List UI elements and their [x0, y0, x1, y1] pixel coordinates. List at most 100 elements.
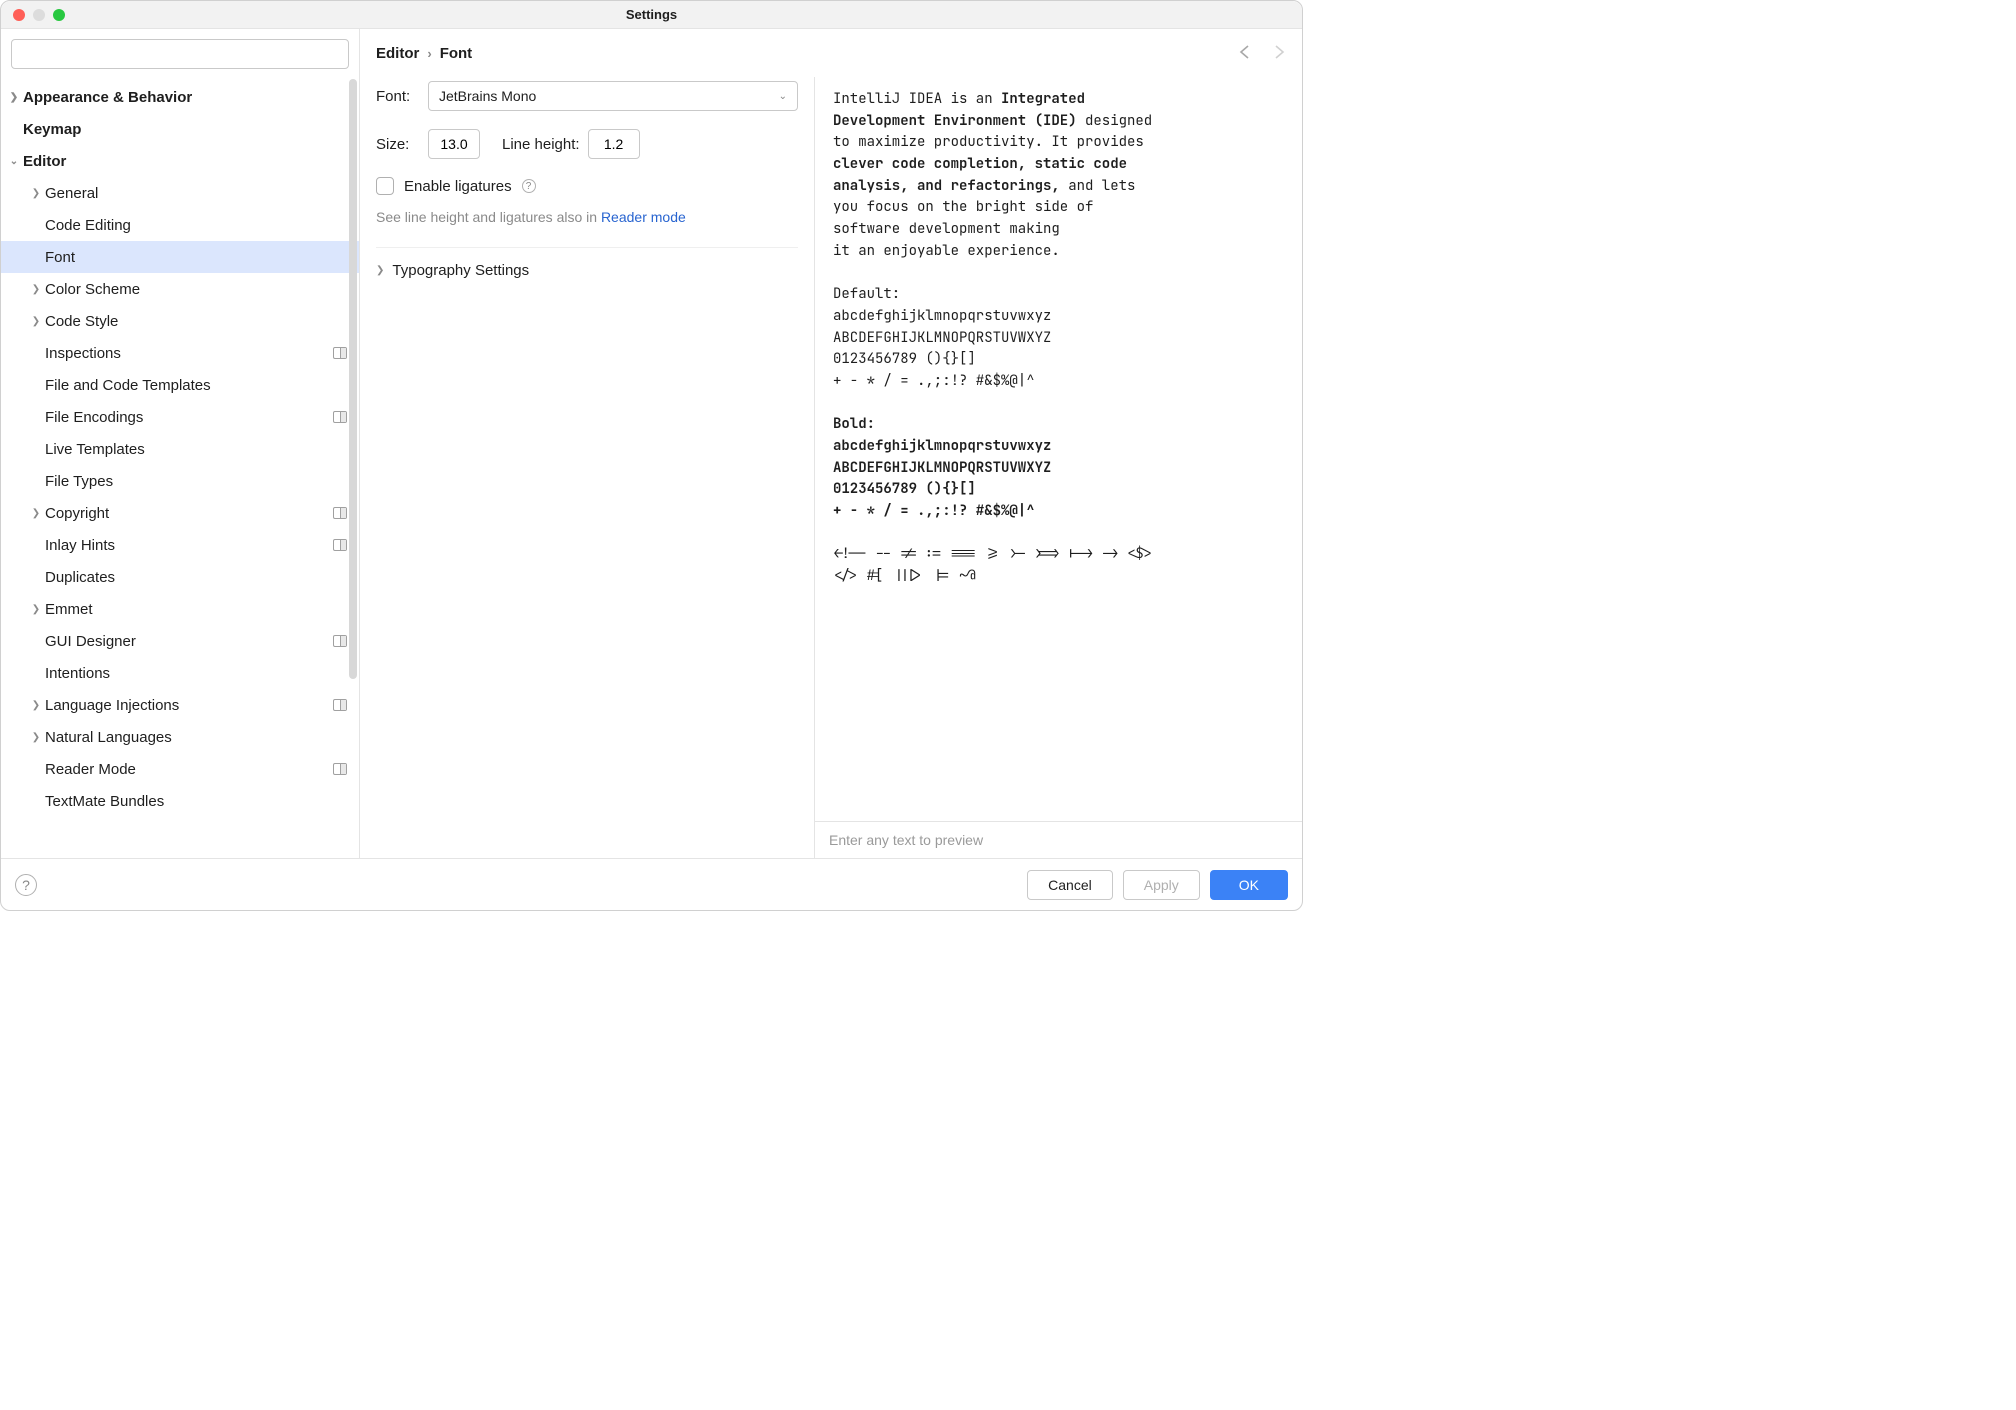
sidebar-item-general[interactable]: ❯General [1, 177, 359, 209]
chevron-right-icon: ❯ [27, 508, 45, 519]
breadcrumb-row: Editor › Font [360, 29, 1302, 77]
sidebar-item-gui-designer[interactable]: GUI Designer [1, 625, 359, 657]
sidebar-item-textmate-bundles[interactable]: TextMate Bundles [1, 785, 359, 817]
font-value: JetBrains Mono [439, 88, 536, 104]
help-button[interactable]: ? [15, 874, 37, 896]
window-title: Settings [626, 7, 677, 22]
body: ❯Appearance & BehaviorKeymap⌄Editor❯Gene… [1, 29, 1302, 858]
sidebar-item-label: General [45, 185, 347, 202]
sidebar-item-code-editing[interactable]: Code Editing [1, 209, 359, 241]
sidebar-item-label: Inlay Hints [45, 537, 333, 554]
ok-button[interactable]: OK [1210, 870, 1288, 900]
sidebar-item-label: Intentions [45, 665, 347, 682]
chevron-right-icon: ❯ [27, 604, 45, 615]
sidebar-item-label: File Types [45, 473, 347, 490]
footer: ? Cancel Apply OK [1, 858, 1302, 910]
size-input[interactable] [428, 129, 480, 159]
project-scope-icon [333, 347, 347, 359]
search-wrap [1, 29, 359, 79]
main-pane: Editor › Font Font: JetBrains Mono ⌄ [360, 29, 1302, 858]
sidebar-item-inspections[interactable]: Inspections [1, 337, 359, 369]
lineheight-input[interactable] [588, 129, 640, 159]
sidebar-item-label: Editor [23, 153, 347, 170]
apply-button: Apply [1123, 870, 1200, 900]
sidebar-item-label: Appearance & Behavior [23, 89, 347, 106]
ligatures-row: Enable ligatures ? [376, 177, 798, 195]
sidebar-item-label: Natural Languages [45, 729, 347, 746]
sidebar-item-inlay-hints[interactable]: Inlay Hints [1, 529, 359, 561]
chevron-right-icon: ❯ [5, 92, 23, 103]
sidebar-item-font[interactable]: Font [1, 241, 359, 273]
sidebar-item-label: Emmet [45, 601, 347, 618]
sidebar-item-label: Code Editing [45, 217, 347, 234]
project-scope-icon [333, 507, 347, 519]
nav-forward-icon [1270, 44, 1286, 63]
sidebar-item-intentions[interactable]: Intentions [1, 657, 359, 689]
font-row: Font: JetBrains Mono ⌄ [376, 81, 798, 111]
sidebar-item-natural-languages[interactable]: ❯Natural Languages [1, 721, 359, 753]
project-scope-icon [333, 635, 347, 647]
sidebar-item-label: TextMate Bundles [45, 793, 347, 810]
chevron-right-icon: ❯ [376, 265, 384, 276]
sidebar-item-label: Reader Mode [45, 761, 333, 778]
breadcrumb-leaf: Font [440, 45, 472, 62]
sidebar-item-language-injections[interactable]: ❯Language Injections [1, 689, 359, 721]
nav-back-icon[interactable] [1238, 44, 1254, 63]
preview-text-input[interactable] [829, 832, 1288, 848]
sidebar-item-label: File and Code Templates [45, 377, 347, 394]
typography-settings-label: Typography Settings [392, 262, 529, 279]
sidebar-item-duplicates[interactable]: Duplicates [1, 561, 359, 593]
sidebar-item-copyright[interactable]: ❯Copyright [1, 497, 359, 529]
search-input[interactable] [11, 39, 349, 69]
sidebar-item-label: Keymap [23, 121, 347, 138]
sidebar-item-live-templates[interactable]: Live Templates [1, 433, 359, 465]
cancel-button[interactable]: Cancel [1027, 870, 1113, 900]
breadcrumb-root[interactable]: Editor [376, 45, 419, 62]
nav-arrows [1238, 44, 1286, 63]
sidebar-item-label: Live Templates [45, 441, 347, 458]
font-label: Font: [376, 88, 420, 105]
sidebar-item-file-encodings[interactable]: File Encodings [1, 401, 359, 433]
minimize-icon[interactable] [33, 9, 45, 21]
sidebar-item-label: Language Injections [45, 697, 333, 714]
sidebar-item-reader-mode[interactable]: Reader Mode [1, 753, 359, 785]
ligatures-checkbox[interactable] [376, 177, 394, 195]
breadcrumb-separator: › [427, 46, 431, 61]
size-label: Size: [376, 136, 420, 153]
help-icon[interactable]: ? [522, 179, 536, 193]
close-icon[interactable] [13, 9, 25, 21]
sidebar-item-code-style[interactable]: ❯Code Style [1, 305, 359, 337]
sidebar-item-label: Color Scheme [45, 281, 347, 298]
chevron-right-icon: ❯ [27, 700, 45, 711]
chevron-down-icon: ⌄ [779, 91, 787, 102]
chevron-right-icon: ❯ [27, 284, 45, 295]
preview-input-row [815, 821, 1302, 858]
settings-tree[interactable]: ❯Appearance & BehaviorKeymap⌄Editor❯Gene… [1, 79, 359, 858]
project-scope-icon [333, 539, 347, 551]
project-scope-icon [333, 699, 347, 711]
project-scope-icon [333, 411, 347, 423]
window-controls [13, 9, 65, 21]
sidebar-item-file-types[interactable]: File Types [1, 465, 359, 497]
typography-settings-expander[interactable]: ❯ Typography Settings [376, 247, 798, 279]
titlebar: Settings [1, 1, 1302, 29]
sidebar-item-file-and-code-templates[interactable]: File and Code Templates [1, 369, 359, 401]
sidebar-item-keymap[interactable]: Keymap [1, 113, 359, 145]
sidebar-item-emmet[interactable]: ❯Emmet [1, 593, 359, 625]
font-select[interactable]: JetBrains Mono ⌄ [428, 81, 798, 111]
maximize-icon[interactable] [53, 9, 65, 21]
sidebar-item-editor[interactable]: ⌄Editor [1, 145, 359, 177]
project-scope-icon [333, 763, 347, 775]
sidebar-item-label: File Encodings [45, 409, 333, 426]
chevron-right-icon: ❯ [27, 732, 45, 743]
size-row: Size: Line height: [376, 129, 798, 159]
reader-mode-link[interactable]: Reader mode [601, 209, 686, 225]
preview-pane: IntelliJ IDEA is an Integrated Developme… [815, 77, 1302, 858]
sidebar-item-label: Copyright [45, 505, 333, 522]
lineheight-label: Line height: [502, 136, 580, 153]
chevron-down-icon: ⌄ [5, 156, 23, 167]
sidebar-scrollbar[interactable] [347, 79, 359, 679]
sidebar-item-label: Font [45, 249, 347, 266]
sidebar-item-color-scheme[interactable]: ❯Color Scheme [1, 273, 359, 305]
sidebar-item-appearance-behavior[interactable]: ❯Appearance & Behavior [1, 81, 359, 113]
